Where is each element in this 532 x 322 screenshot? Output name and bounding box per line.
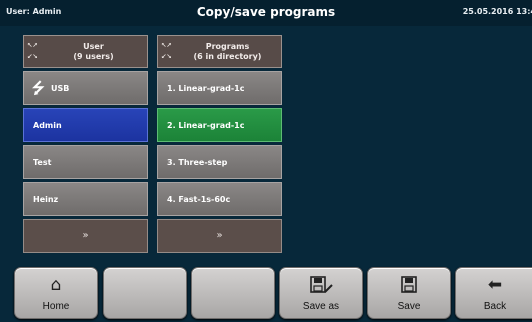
double-chevron-down-icon: » [216, 230, 223, 241]
header-bar: User: Admin Copy/save programs 25.05.201… [0, 0, 532, 26]
back-button-label: Back [483, 301, 507, 312]
program-item-1[interactable]: 1. Linear-grad-1c [157, 71, 282, 105]
user-item-label: Heinz [33, 195, 59, 204]
expand-icon: ↖↗ ↙↘ [27, 40, 38, 61]
user-item-test[interactable]: Test [23, 145, 148, 179]
user-scroll-down-button[interactable]: » [23, 219, 148, 253]
program-list: ↖↗ ↙↘ Programs (6 in directory) 1. Linear… [157, 35, 282, 253]
usb-label: USB [51, 84, 70, 93]
usb-item[interactable]: ⭍ USB [23, 71, 148, 105]
save-as-button[interactable]: Save as [279, 267, 363, 319]
page-title: Copy/save programs [196, 5, 336, 19]
save-as-icon [280, 275, 362, 300]
program-scroll-down-button[interactable]: » [157, 219, 282, 253]
save-button-label: Save [397, 301, 421, 312]
program-item-label: 2. Linear-grad-1c [167, 121, 245, 130]
save-button[interactable]: Save [367, 267, 451, 319]
program-item-label: 4. Fast-1s-60c [167, 195, 231, 204]
program-item-label: 3. Three-step [167, 158, 228, 167]
user-item-label: Admin [33, 121, 62, 130]
double-chevron-down-icon: » [82, 230, 89, 241]
screen: User: Admin Copy/save programs 25.05.201… [0, 0, 532, 322]
program-item-4[interactable]: 4. Fast-1s-60c [157, 182, 282, 216]
footer-toolbar: ⌂ Home Save as Save ⬅ Back [0, 263, 532, 322]
empty-softkey-1[interactable] [103, 267, 187, 319]
program-list-count: (6 in directory) [193, 52, 262, 61]
program-item-3[interactable]: 3. Three-step [157, 145, 282, 179]
user-item-heinz[interactable]: Heinz [23, 182, 148, 216]
user-list-count: (9 users) [73, 52, 114, 61]
home-button[interactable]: ⌂ Home [14, 267, 98, 319]
user-item-label: Test [33, 158, 52, 167]
floppy-disk-icon [368, 275, 450, 300]
program-item-label: 1. Linear-grad-1c [167, 84, 245, 93]
home-button-label: Home [42, 301, 70, 312]
arrow-left-icon: ⬅ [487, 275, 503, 295]
program-list-title: Programs [205, 42, 250, 51]
user-list-title: User [83, 42, 104, 51]
user-list: ↖↗ ↙↘ User (9 users) ⭍ USB Admin Test Hei… [23, 35, 148, 253]
program-list-header[interactable]: ↖↗ ↙↘ Programs (6 in directory) [157, 35, 282, 68]
back-button[interactable]: ⬅ Back [455, 267, 532, 319]
home-icon: ⌂ [50, 275, 62, 295]
date-time-display: 25.05.2016 13:4 [462, 7, 532, 16]
save-as-button-label: Save as [302, 301, 340, 312]
usb-icon: ⭍ [32, 79, 45, 97]
program-item-2[interactable]: 2. Linear-grad-1c [157, 108, 282, 142]
user-item-admin[interactable]: Admin [23, 108, 148, 142]
empty-softkey-2[interactable] [191, 267, 275, 319]
expand-icon: ↖↗ ↙↘ [161, 40, 172, 61]
user-list-header[interactable]: ↖↗ ↙↘ User (9 users) [23, 35, 148, 68]
